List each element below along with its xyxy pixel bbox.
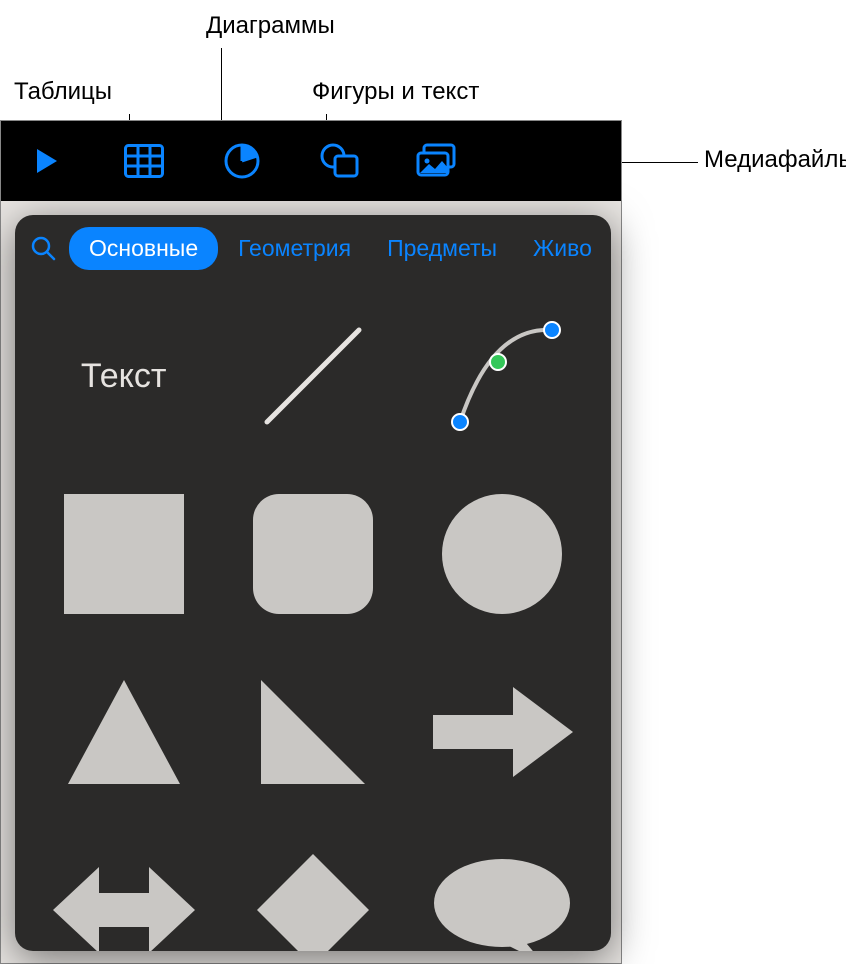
curve-pen-icon	[442, 316, 562, 436]
right-triangle-icon	[253, 672, 373, 792]
charts-button[interactable]	[207, 131, 277, 191]
table-icon	[124, 144, 164, 178]
shape-circle[interactable]	[422, 469, 583, 639]
callout-charts: Диаграммы	[206, 12, 335, 40]
double-arrow-icon	[49, 855, 199, 951]
shapes-popover: Основные Геометрия Предметы Живо Текст	[15, 215, 611, 951]
category-row: Основные Геометрия Предметы Живо	[15, 215, 611, 281]
category-animals[interactable]: Живо	[517, 227, 592, 270]
toolbar	[1, 121, 621, 201]
shape-arrow-lr[interactable]	[43, 825, 204, 951]
shape-arrow-right[interactable]	[422, 647, 583, 817]
shape-rounded-square[interactable]	[232, 469, 393, 639]
text-tool-label: Текст	[81, 357, 167, 396]
arrow-right-icon	[427, 677, 577, 787]
tables-button[interactable]	[109, 131, 179, 191]
search-button[interactable]	[21, 235, 65, 261]
rounded-square-icon	[253, 494, 373, 614]
play-button[interactable]	[11, 131, 81, 191]
shapes-scroll[interactable]: Текст	[15, 281, 611, 951]
media-icon	[416, 143, 460, 179]
shape-speech-bubble[interactable]	[422, 825, 583, 951]
device-frame: Основные Геометрия Предметы Живо Текст	[0, 120, 622, 964]
shapes-button[interactable]	[305, 131, 375, 191]
callout-tables: Таблицы	[14, 78, 112, 106]
media-button[interactable]	[403, 131, 473, 191]
shape-triangle[interactable]	[43, 647, 204, 817]
shape-line[interactable]	[232, 291, 393, 461]
shape-diamond[interactable]	[232, 825, 393, 951]
callout-shapes-text: Фигуры и текст	[312, 78, 479, 106]
shape-square[interactable]	[43, 469, 204, 639]
shape-right-triangle[interactable]	[232, 647, 393, 817]
diamond-icon	[253, 850, 373, 951]
category-objects[interactable]: Предметы	[371, 227, 513, 270]
callout-media: Медиафайлы	[704, 146, 846, 174]
search-icon	[30, 235, 56, 261]
shape-text-tool[interactable]: Текст	[43, 291, 204, 461]
play-icon	[31, 146, 61, 176]
line-icon	[253, 316, 373, 436]
square-icon	[64, 494, 184, 614]
shapes-icon	[320, 143, 360, 179]
pie-chart-icon	[224, 143, 260, 179]
speech-bubble-icon	[427, 855, 577, 951]
triangle-icon	[64, 672, 184, 792]
category-geometry[interactable]: Геометрия	[222, 227, 367, 270]
category-basic[interactable]: Основные	[69, 227, 218, 270]
shapes-grid: Текст	[15, 281, 611, 951]
shape-curve-pen[interactable]	[422, 291, 583, 461]
circle-icon	[442, 494, 562, 614]
